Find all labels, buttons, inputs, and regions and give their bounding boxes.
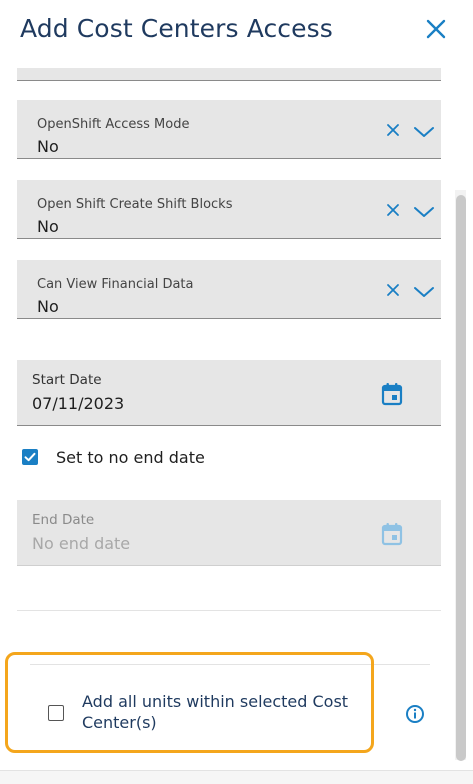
chevron-down-icon[interactable] (413, 125, 435, 139)
scrollbar-thumb[interactable] (456, 195, 466, 761)
start-date-field[interactable]: Start Date 07/11/2023 (17, 360, 441, 426)
no-end-date-label: Set to no end date (56, 448, 205, 467)
clear-icon[interactable] (386, 283, 400, 297)
calendar-icon (381, 523, 403, 546)
section-divider (17, 610, 441, 611)
open-shift-create-shift-blocks-select[interactable]: Open Shift Create Shift Blocks No (17, 180, 441, 239)
dialog-title: Add Cost Centers Access (20, 14, 333, 43)
no-end-date-checkbox[interactable] (22, 449, 38, 465)
close-icon (426, 19, 446, 39)
clear-icon[interactable] (386, 203, 400, 217)
open-shift-create-shift-blocks-label: Open Shift Create Shift Blocks (37, 197, 233, 212)
can-view-financial-data-label: Can View Financial Data (37, 277, 194, 292)
clear-icon[interactable] (386, 123, 400, 137)
chevron-down-icon[interactable] (413, 205, 435, 219)
end-date-placeholder: No end date (32, 534, 131, 553)
can-view-financial-data-select[interactable]: Can View Financial Data No (17, 260, 441, 319)
openshift-access-mode-select[interactable]: OpenShift Access Mode No (17, 100, 441, 159)
add-all-units-label: Add all units within selected Cost Cente… (82, 692, 349, 732)
can-view-financial-data-value: No (37, 297, 59, 316)
checkmark-icon (24, 452, 36, 462)
calendar-icon[interactable] (381, 382, 403, 406)
open-shift-create-shift-blocks-value: No (37, 217, 59, 236)
end-date-label: End Date (32, 512, 95, 528)
chevron-down-icon[interactable] (413, 285, 435, 299)
close-button[interactable] (422, 15, 450, 43)
openshift-access-mode-value: No (37, 137, 59, 156)
previous-field-partial (17, 68, 441, 81)
dialog-header: Add Cost Centers Access (0, 0, 473, 68)
add-all-units-checkbox[interactable] (48, 705, 64, 721)
dialog-body: OpenShift Access Mode No Open Shift Crea… (0, 68, 473, 768)
openshift-access-mode-label: OpenShift Access Mode (37, 117, 190, 132)
start-date-label: Start Date (32, 372, 102, 388)
start-date-value: 07/11/2023 (32, 394, 125, 413)
info-icon[interactable] (405, 704, 425, 724)
dialog-footer (0, 770, 473, 784)
end-date-field: End Date No end date (17, 500, 441, 566)
